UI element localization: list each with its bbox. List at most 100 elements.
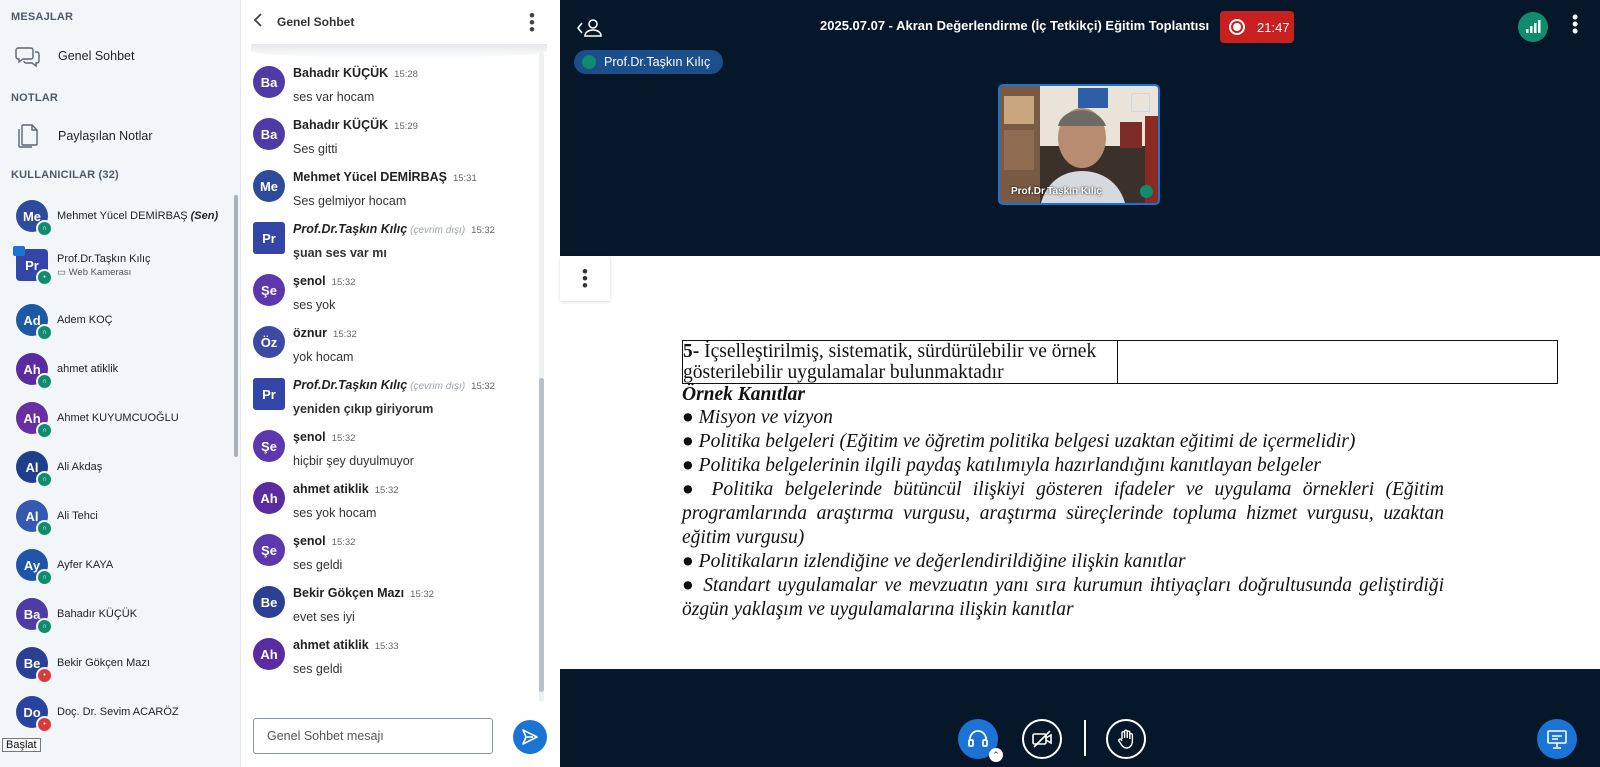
message-header: ahmet atiklik 15:32 [293,482,399,496]
message-header: Bahadır KÜÇÜK 15:28 [293,66,418,80]
muted-microphone-icon: • [36,667,53,684]
slide-heading: Örnek Kanıtlar [682,384,805,405]
presentation-button[interactable] [1537,719,1577,759]
recording-indicator[interactable]: 21:47 [1220,11,1294,43]
message-text: yok hocam [293,350,354,364]
user-name: Ayfer KAYA [57,559,114,571]
slide-bullet: ● Misyon ve vizyon [682,407,833,428]
chat-header-shadow [251,44,547,58]
user-list-item[interactable]: Ay ∩ Ayfer KAYA [16,545,231,586]
slide-bullet: ● Politika belgelerinde bütüncül ilişkiy… [682,479,1444,548]
chat-message: Ba Bahadır KÜÇÜK 15:29 Ses gitti [253,116,533,166]
send-icon [522,729,538,745]
avatar: Ba [253,118,285,150]
chat-message: Ba Bahadır KÜÇÜK 15:28 ses var hocam [253,64,533,114]
record-icon [1229,19,1245,35]
message-header: şenol 15:32 [293,534,355,548]
raise-hand-button[interactable] [1106,719,1146,759]
user-list-item[interactable]: Me ∩ Mehmet Yücel DEMİRBAŞ (Sen) [16,196,231,237]
options-menu-icon[interactable]: • • • [1572,8,1578,40]
shared-notes-label: Paylaşılan Notlar [58,129,153,143]
slide-table-number: 5- [683,341,700,362]
message-header: Prof.Dr.Taşkın Kılıç (çevrim dışı) 15:32 [293,378,495,392]
user-list-item[interactable]: Do • Doç. Dr. Sevim ACARÖZ [16,692,231,733]
presentation-options-icon[interactable]: • • • [560,256,610,301]
headset-icon: ∩ [36,373,53,390]
message-text: Ses gitti [293,142,338,156]
chat-message: Ah ahmet atiklik 15:32 ses yok hocam [253,480,533,530]
chat-message: Pr Prof.Dr.Taşkın Kılıç (çevrim dışı) 15:32… [253,220,533,270]
message-sender: şenol [293,430,326,444]
back-chevron-icon[interactable] [253,12,269,32]
shared-notes-link[interactable]: Paylaşılan Notlar [14,119,153,153]
message-time: 15:32 [331,537,356,548]
message-sender: Prof.Dr.Taşkın Kılıç [293,378,408,392]
user-self-marker: (Sen) [190,210,219,222]
presenter-icon [13,246,25,256]
camera-button[interactable] [1022,719,1062,759]
notes-section-title: NOTLAR [11,92,59,104]
chat-message: Be Bekir Gökçen Mazı 15:32 evet ses iyi [253,584,533,634]
headset-icon [968,730,988,747]
start-button[interactable]: Başlat [2,738,41,752]
chat-scrollbar[interactable] [539,52,544,702]
user-list-scrollbar[interactable] [234,195,238,457]
avatar: Şe [253,274,285,306]
slide-table-text: İçselleştirilmiş, sistematik, sürdürüleb… [683,341,1097,383]
user-info: Bahadır KÜÇÜK [57,608,137,620]
user-name: Ali Akdaş [57,461,103,473]
slide-bullet: ● Standart uygulamalar ve mevzuatın yanı… [682,575,1444,620]
webcam-microphone-icon [1140,185,1153,198]
webcam-video[interactable]: Prof.Dr.Taşkın Kılıç [998,84,1160,205]
user-list-item[interactable]: Ah ∩ Ahmet KUYUMCUOĞLU [16,398,231,439]
user-list-item[interactable]: Al ∩ Ali Tehci [16,496,231,537]
message-time: 15:32 [331,433,356,444]
user-list-item[interactable]: Ad ∩ Adem KOÇ [16,300,231,341]
user-name: Ahmet KUYUMCUOĞLU [57,412,179,424]
sender-status: (çevrim dışı) [410,381,466,392]
public-chat-link[interactable]: Genel Sohbet [14,39,134,73]
chat-message: Şe şenol 15:32 hiçbir şey duyulmuyor [253,428,533,478]
fullscreen-icon[interactable] [1131,93,1150,112]
chat-message: Me Mehmet Yücel DEMİRBAŞ 15:31 Ses gelmiyor… [253,168,533,218]
avatar: Ba [253,66,285,98]
user-list-item[interactable]: Be • Bekir Gökçen Mazı [16,643,231,684]
user-list-item[interactable]: Al ∩ Ali Akdaş [16,447,231,488]
user-list-item[interactable]: Ba ∩ Bahadır KÜÇÜK [16,594,231,635]
user-info: Bekir Gökçen Mazı [57,657,150,669]
talking-user-name: Prof.Dr.Taşkın Kılıç [604,55,711,69]
headset-icon: ∩ [36,471,53,488]
headset-icon: ∩ [36,520,53,537]
avatar: Pr [253,222,285,254]
chat-scrollbar-thumb[interactable] [539,378,544,692]
message-header: Mehmet Yücel DEMİRBAŞ 15:31 [293,170,477,184]
message-header: Prof.Dr.Taşkın Kılıç (çevrim dışı) 15:32 [293,222,495,236]
send-message-button[interactable] [513,720,547,754]
message-text: evet ses iyi [293,610,355,624]
message-sender: Mehmet Yücel DEMİRBAŞ [293,170,447,184]
message-sender: ahmet atiklik [293,638,369,652]
user-name: Mehmet Yücel DEMİRBAŞ [57,210,188,222]
message-text: ses geldi [293,662,343,676]
user-info: Ali Tehci [57,510,98,522]
audio-button[interactable]: ⌃ [958,719,1003,762]
message-header: Bahadır KÜÇÜK 15:29 [293,118,418,132]
user-info: Ayfer KAYA [57,559,113,571]
connection-status-button[interactable] [1518,12,1548,42]
sidebar: MESAJLAR Genel Sohbet NOTLAR Paylaşılan … [0,0,240,767]
message-sender: ahmet atiklik [293,482,369,496]
toggle-user-list-icon[interactable] [574,16,606,40]
controls-divider [1084,720,1086,756]
user-list-item[interactable]: Ah ∩ ahmet atiklik [16,349,231,390]
user-list-item[interactable]: Pr • Prof.Dr.Taşkın Kılıç ▭ Web Kamerası [13,245,231,286]
message-header: şenol 15:32 [293,274,355,288]
muted-microphone-icon: • [36,716,53,733]
audio-options-chevron-icon[interactable]: ⌃ [989,748,1003,762]
chat-message-input[interactable]: Genel Sohbet mesajı [253,718,493,754]
webcam-user-name: Prof.Dr.Taşkın Kılıç [1011,186,1102,197]
chat-options-icon[interactable]: • • • [529,7,535,38]
message-header: şenol 15:32 [293,430,355,444]
notes-icon [14,122,42,150]
slide-table: 5- İçselleştirilmiş, sistematik, sürdürü… [682,340,1558,384]
avatar: Ah [253,482,285,514]
